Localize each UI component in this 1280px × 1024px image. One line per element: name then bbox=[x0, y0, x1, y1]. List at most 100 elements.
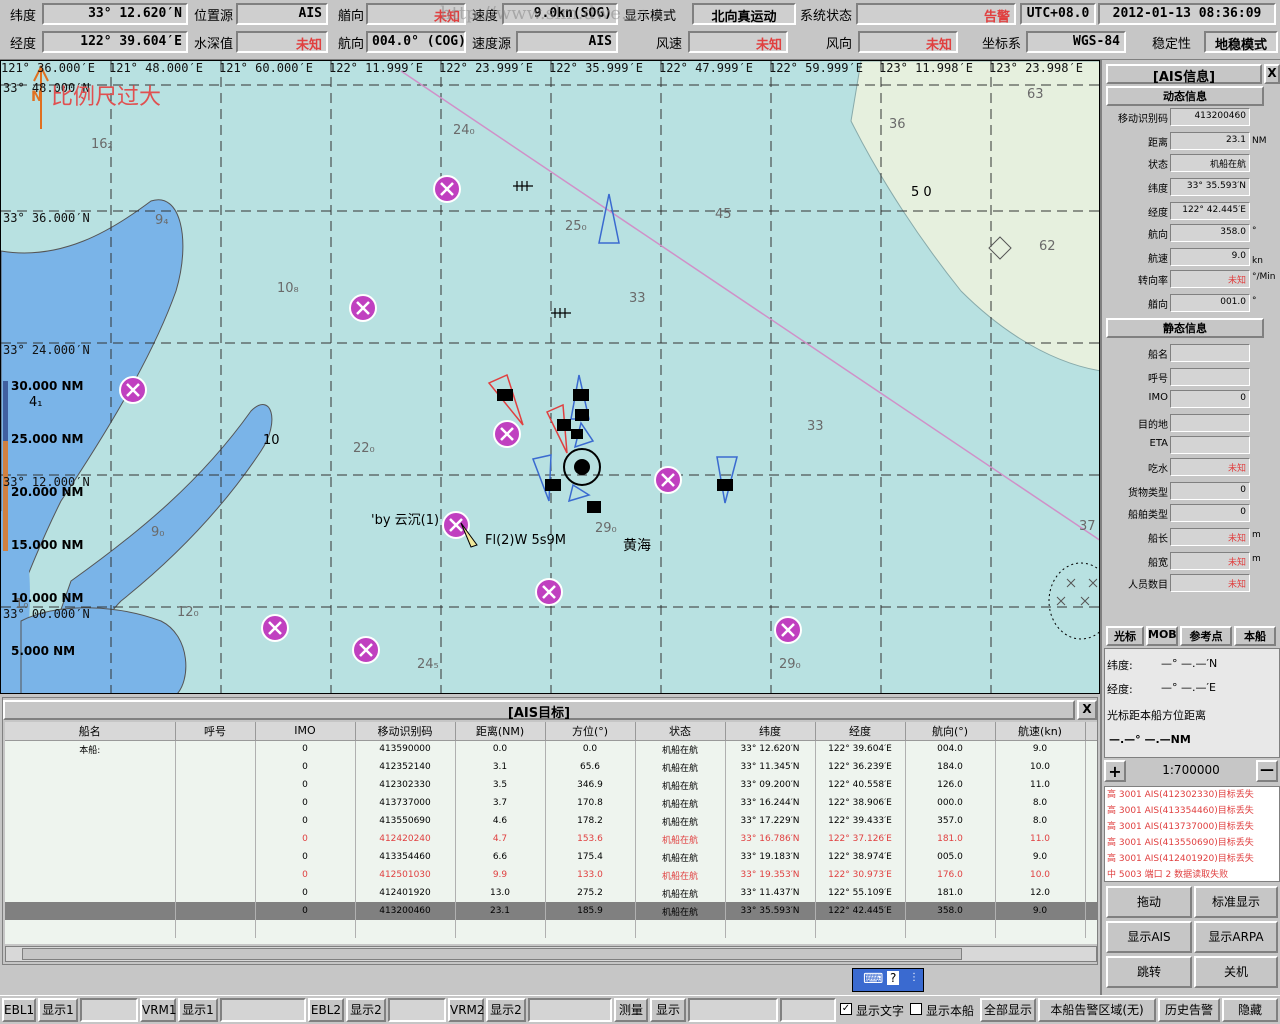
table-cell: 3.7 bbox=[455, 794, 546, 812]
alarm-item[interactable]: 中 5003 端口 2 数据读取失败 bbox=[1105, 867, 1279, 881]
column-header[interactable]: 经度 bbox=[815, 722, 906, 741]
alarm-item[interactable]: 高 3001 AIS(413354460)目标丢失 bbox=[1105, 803, 1279, 819]
show-own-ship-checkbox[interactable] bbox=[910, 1003, 922, 1015]
table-cell: 机船在航 bbox=[635, 812, 726, 830]
lon-tick: 122° 59.999′E bbox=[769, 61, 863, 75]
alarm-item[interactable]: 高 3001 AIS(412302330)目标丢失 bbox=[1105, 787, 1279, 803]
north-label: N bbox=[31, 89, 43, 105]
table-close-button[interactable]: X bbox=[1077, 700, 1097, 720]
alarm-item[interactable]: 高 3001 AIS(412401920)目标丢失 bbox=[1105, 851, 1279, 867]
alarm-item[interactable]: 高 3001 AIS(413550690)目标丢失 bbox=[1105, 835, 1279, 851]
table-cell: 413354460 bbox=[355, 848, 456, 866]
measure-show-button[interactable]: 显示 bbox=[650, 998, 686, 1022]
depth-sounding: 29₀ bbox=[779, 657, 801, 672]
column-header[interactable]: 纬度 bbox=[725, 722, 816, 741]
measure-field[interactable] bbox=[688, 998, 778, 1022]
table-cell: 413590000 bbox=[355, 740, 456, 758]
vrm2-field[interactable] bbox=[528, 998, 612, 1022]
jump-button[interactable]: 跳转 bbox=[1106, 956, 1192, 988]
static-value: 未知 bbox=[1170, 528, 1250, 546]
table-row[interactable]: 0 412401920 13.0 275.2 机船在航 33° 11.437′N 122° … bbox=[5, 884, 1097, 902]
table-row[interactable]: 0 412352140 3.1 65.6 机船在航 33° 11.345′N 122° 36… bbox=[5, 758, 1097, 776]
table-row[interactable]: 0 412501030 9.9 133.0 机船在航 33° 19.353′N 122° 3… bbox=[5, 866, 1097, 884]
lat-tick: 33° 24.000′N bbox=[3, 343, 90, 357]
table-row[interactable]: 0 413200460 23.1 185.9 机船在航 33° 35.593′N 122° … bbox=[5, 902, 1097, 920]
lon-tick: 121° 36.000′E bbox=[1, 61, 95, 75]
alarm-item[interactable]: 高 3001 AIS(413737000)目标丢失 bbox=[1105, 819, 1279, 835]
hide-button[interactable]: 隐藏 bbox=[1222, 998, 1278, 1022]
show-arpa-button[interactable]: 显示ARPA bbox=[1194, 921, 1278, 953]
table-cell: 181.0 bbox=[905, 884, 996, 902]
table-cell bbox=[545, 920, 636, 938]
table-row[interactable]: 0 413550690 4.6 178.2 机船在航 33° 17.229′N 122° 3… bbox=[5, 812, 1097, 830]
vrm1-field[interactable] bbox=[220, 998, 306, 1022]
tab-own-ship[interactable]: 本船 bbox=[1234, 626, 1276, 646]
table-row[interactable]: 0 413737000 3.7 170.8 机船在航 33° 16.244′N 122° 3… bbox=[5, 794, 1097, 812]
alarm-history-button[interactable]: 历史告警 bbox=[1158, 998, 1220, 1022]
zoom-in-button[interactable]: + bbox=[1104, 760, 1126, 782]
table-cell: 0 bbox=[255, 794, 356, 812]
column-header[interactable]: IMO bbox=[255, 722, 356, 741]
vrm2-button[interactable]: VRM2 bbox=[448, 998, 485, 1022]
keyboard-icon[interactable]: ⌨ bbox=[863, 971, 883, 987]
table-row[interactable]: 本船: 0 413590000 0.0 0.0 机船在航 33° 12.620′N 122° … bbox=[5, 740, 1097, 758]
column-header[interactable]: 航向(°) bbox=[905, 722, 996, 741]
zoom-out-button[interactable]: — bbox=[1256, 760, 1278, 782]
tab-cursor[interactable]: 光标 bbox=[1106, 626, 1144, 646]
ebl2-field[interactable] bbox=[388, 998, 446, 1022]
table-cell: 413200460 bbox=[355, 902, 456, 920]
tab-mob[interactable]: MOB bbox=[1146, 626, 1178, 646]
table-cell bbox=[5, 902, 176, 920]
vrm1-button[interactable]: VRM1 bbox=[140, 998, 177, 1022]
drag-button[interactable]: 拖动 bbox=[1106, 886, 1192, 918]
watermark: http://www.slm.dwe.cn bbox=[440, 3, 649, 24]
show-ais-button[interactable]: 显示AIS bbox=[1106, 921, 1192, 953]
column-header[interactable]: 状态 bbox=[635, 722, 726, 741]
table-row[interactable]: 0 412302330 3.5 346.9 机船在航 33° 09.200′N 122° 4… bbox=[5, 776, 1097, 794]
alarm-list[interactable]: 高 3001 AIS(412302330)目标丢失 高 3001 AIS(413… bbox=[1104, 786, 1280, 882]
table-cell: 0 bbox=[255, 866, 356, 884]
column-header[interactable]: 航速(kn) bbox=[995, 722, 1086, 741]
column-header[interactable]: 移动识别码 bbox=[355, 722, 456, 741]
tab-reference-point[interactable]: 参考点 bbox=[1180, 626, 1232, 646]
column-header[interactable]: 呼号 bbox=[175, 722, 256, 741]
show-all-button[interactable]: 全部显示 bbox=[980, 998, 1036, 1022]
show1-button[interactable]: 显示1 bbox=[38, 998, 78, 1022]
static-unit: m bbox=[1252, 530, 1261, 540]
table-cell: 412501030 bbox=[355, 866, 456, 884]
column-header[interactable]: 船名 bbox=[5, 722, 176, 741]
show2-button[interactable]: 显示2 bbox=[346, 998, 386, 1022]
measure-button[interactable]: 测量 bbox=[614, 998, 648, 1022]
table-cell: 6.6 bbox=[455, 848, 546, 866]
table-cell: 机船在航 bbox=[635, 902, 726, 920]
standard-display-button[interactable]: 标准显示 bbox=[1194, 886, 1278, 918]
table-cell bbox=[175, 902, 256, 920]
show-text-checkbox[interactable]: ✓ bbox=[840, 1003, 852, 1015]
scrollbar-thumb[interactable] bbox=[22, 948, 962, 960]
own-ship-alert-zone-button[interactable]: 本船告警区域(无) bbox=[1038, 998, 1156, 1022]
show2-vrm-button[interactable]: 显示2 bbox=[486, 998, 526, 1022]
table-row[interactable]: 0 413354460 6.6 175.4 机船在航 33° 19.183′N 122° 3… bbox=[5, 848, 1097, 866]
help-icon[interactable]: ? bbox=[887, 971, 900, 985]
keyboard-help-toolbar[interactable]: ⌨ ? ⋮ bbox=[852, 968, 924, 992]
ebl1-field[interactable] bbox=[80, 998, 138, 1022]
shutdown-button[interactable]: 关机 bbox=[1194, 956, 1278, 988]
column-header[interactable]: 方位(°) bbox=[545, 722, 636, 741]
table-cell bbox=[175, 812, 256, 830]
static-label: 人员数目 bbox=[1128, 580, 1168, 591]
winddir-value: 未知 bbox=[858, 31, 958, 53]
horizontal-scrollbar[interactable] bbox=[5, 946, 1097, 962]
chart-area[interactable]: 121° 36.000′E 121° 48.000′E 121° 60.000′… bbox=[0, 60, 1100, 694]
show1-vrm-button[interactable]: 显示1 bbox=[178, 998, 218, 1022]
ebl1-button[interactable]: EBL1 bbox=[2, 998, 36, 1022]
dropdown-icon[interactable]: ⋮ bbox=[909, 972, 919, 983]
cursor-lat-value: —° —.—′N bbox=[1161, 657, 1218, 670]
ebl2-button[interactable]: EBL2 bbox=[308, 998, 344, 1022]
ais-targets bbox=[487, 193, 738, 504]
table-cell bbox=[1085, 740, 1097, 758]
sysstate-value: 告警 bbox=[856, 3, 1016, 25]
column-header[interactable]: 距离(NM) bbox=[455, 722, 546, 741]
column-header[interactable]: CP bbox=[1085, 722, 1097, 741]
table-row[interactable]: 0 412420240 4.7 153.6 机船在航 33° 16.786′N 122° 3… bbox=[5, 830, 1097, 848]
panel-close-button[interactable]: X bbox=[1264, 64, 1280, 84]
